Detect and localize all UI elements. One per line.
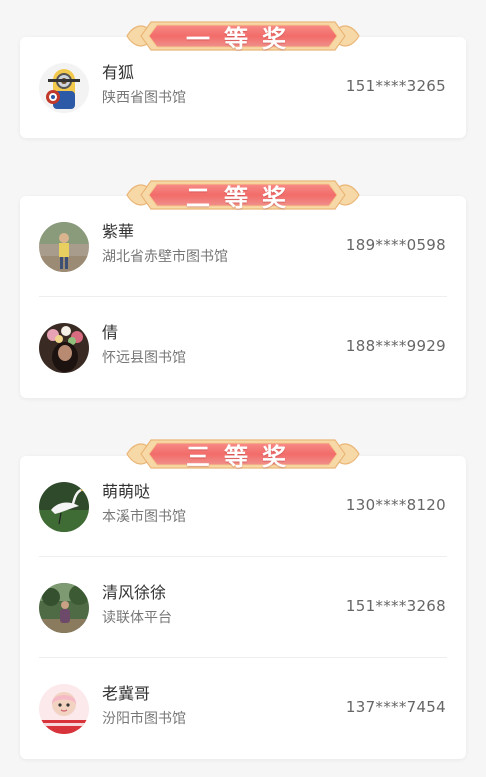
third-prize-section: 萌萌哒 本溪市图书馆 130****8120 清风徐徐 读联体平台 151***… <box>20 432 466 772</box>
third-prize-banner: 三等奖 <box>123 432 363 476</box>
second-prize-section: 紫華 湖北省赤壁市图书馆 189****0598 倩 怀远县图书馆 188***… <box>20 173 466 403</box>
banner-title: 一等奖 <box>186 23 300 53</box>
winner-name: 清风徐徐 <box>102 583 167 602</box>
second-prize-card: 紫華 湖北省赤壁市图书馆 189****0598 倩 怀远县图书馆 188***… <box>20 196 466 398</box>
winner-phone: 151****3265 <box>345 77 446 95</box>
cartoon-girl-avatar <box>39 684 89 734</box>
prize-winners-page: 有狐 陕西省图书馆 151****3265 一等奖 紫華 湖北省赤壁市图书馆 1… <box>0 0 486 777</box>
outdoor-photo-avatar <box>39 583 89 633</box>
first-prize-section: 有狐 陕西省图书馆 151****3265 一等奖 <box>20 0 466 140</box>
winner-library: 读联体平台 <box>102 610 172 626</box>
winner-library: 怀远县图书馆 <box>102 350 186 366</box>
winner-library: 湖北省赤壁市图书馆 <box>102 249 228 265</box>
person-photo-avatar <box>39 222 89 272</box>
winner-row: 清风徐徐 读联体平台 151****3268 <box>20 557 466 658</box>
banner-title: 二等奖 <box>186 182 300 212</box>
flower-portrait-avatar <box>39 323 89 373</box>
winner-row: 老冀哥 汾阳市图书馆 137****7454 <box>20 658 466 759</box>
banner-title: 三等奖 <box>186 441 300 471</box>
third-prize-card: 萌萌哒 本溪市图书馆 130****8120 清风徐徐 读联体平台 151***… <box>20 456 466 759</box>
winner-name: 萌萌哒 <box>102 482 151 501</box>
egret-avatar <box>39 482 89 532</box>
winner-phone: 188****9929 <box>345 337 446 355</box>
winner-library: 汾阳市图书馆 <box>102 711 186 727</box>
winner-name: 老冀哥 <box>102 684 151 703</box>
winner-phone: 189****0598 <box>345 236 446 254</box>
second-prize-banner: 二等奖 <box>123 173 363 217</box>
winner-library: 本溪市图书馆 <box>102 509 186 525</box>
minion-avatar <box>39 63 89 113</box>
first-prize-banner: 一等奖 <box>123 14 363 58</box>
winner-row: 倩 怀远县图书馆 188****9929 <box>20 297 466 398</box>
winner-name: 倩 <box>102 323 119 342</box>
winner-phone: 137****7454 <box>345 698 446 716</box>
winner-name: 有狐 <box>102 63 135 82</box>
winner-library: 陕西省图书馆 <box>102 90 186 106</box>
winner-phone: 151****3268 <box>345 597 446 615</box>
winner-name: 紫華 <box>102 222 135 241</box>
winner-phone: 130****8120 <box>345 496 446 514</box>
